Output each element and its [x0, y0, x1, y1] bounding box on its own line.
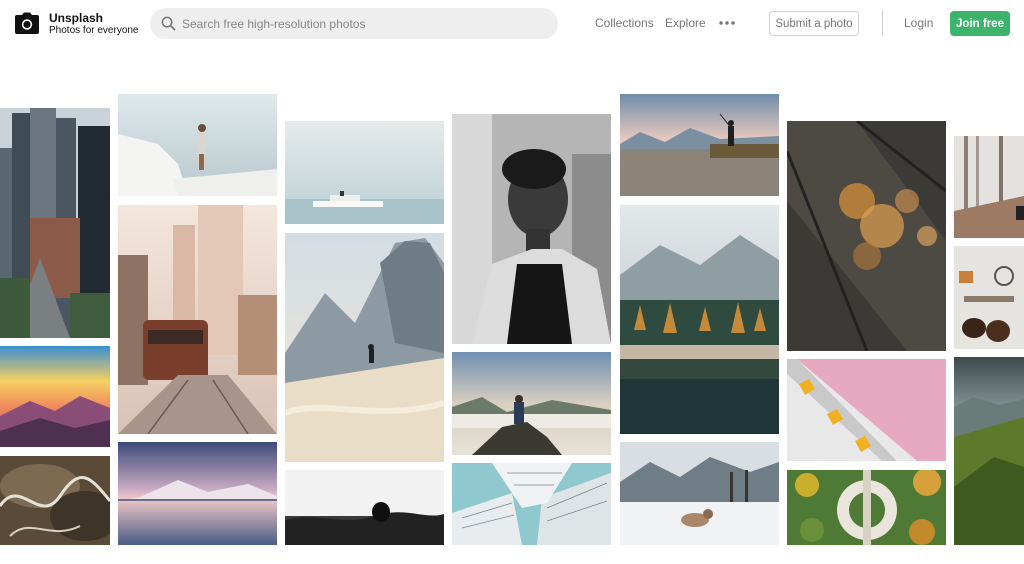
photo-foggy-forest-path[interactable] [954, 136, 1024, 238]
photo-woman-on-white-rooftop[interactable] [118, 94, 277, 196]
photo-city-skyscrapers[interactable] [0, 108, 110, 338]
brand-name[interactable]: Unsplash [49, 11, 103, 25]
photo-boat-on-misty-sea[interactable] [285, 121, 444, 224]
photo-climber-half-dome[interactable] [285, 233, 444, 462]
top-navbar: Unsplash Photos for everyone Collections… [0, 0, 1024, 46]
header-divider [882, 10, 883, 36]
photo-pink-sky-lake[interactable] [118, 442, 277, 545]
photo-city-tram-street[interactable] [118, 205, 277, 434]
more-dots-icon[interactable] [718, 17, 736, 29]
photo-aerial-roundabout[interactable] [787, 470, 946, 545]
search-icon [161, 16, 176, 31]
join-free-button[interactable]: Join free [950, 11, 1010, 36]
brand-tagline: Photos for everyone [49, 25, 139, 36]
photo-fisherman-at-lake[interactable] [620, 94, 779, 196]
photo-flatlay-shoes[interactable] [954, 246, 1024, 349]
photo-swimmer-in-ocean[interactable] [285, 470, 444, 545]
photo-rainy-window-bokeh[interactable] [787, 121, 946, 351]
photo-bw-portrait-woman[interactable] [452, 114, 611, 344]
login-link[interactable]: Login [904, 16, 933, 30]
search-input[interactable] [182, 8, 550, 39]
photo-pink-wall-building[interactable] [787, 359, 946, 461]
nav-collections[interactable]: Collections [595, 16, 654, 30]
search-bar[interactable] [150, 8, 558, 39]
submit-photo-button[interactable]: Submit a photo [769, 11, 859, 36]
photo-photographer-above-clouds[interactable] [452, 352, 611, 455]
photo-dog-in-snow[interactable] [620, 442, 779, 545]
photo-misty-forest-lake[interactable] [620, 205, 779, 434]
photo-green-valley[interactable] [954, 357, 1024, 545]
photo-winding-mountain-road[interactable] [0, 456, 110, 545]
photo-building-looking-up[interactable] [452, 463, 611, 545]
nav-explore[interactable]: Explore [665, 16, 706, 30]
camera-icon[interactable] [15, 12, 39, 34]
photo-sunset-mountains[interactable] [0, 346, 110, 447]
